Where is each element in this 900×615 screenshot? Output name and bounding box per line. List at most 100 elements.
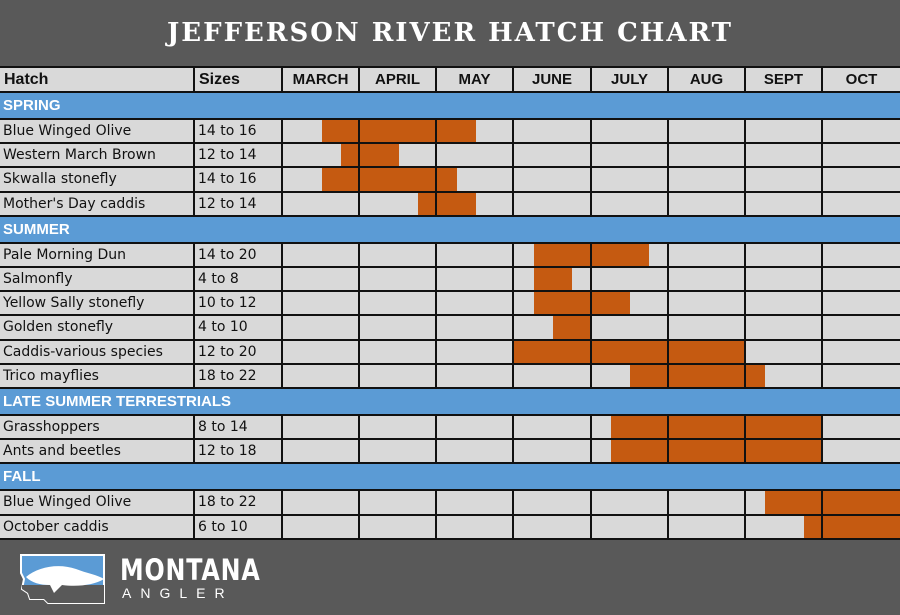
month-divider [667,243,669,268]
month-cell [283,440,360,465]
month-divider [590,416,592,441]
month-divider [590,491,592,516]
month-divider [435,243,437,268]
month-cell [823,316,900,341]
month-cell [669,168,746,193]
month-cell [592,491,669,516]
month-cell [669,268,746,293]
month-divider [358,144,360,169]
month-divider [590,515,592,540]
month-divider [512,120,514,145]
hatch-row: Blue Winged Olive 14 to 16 [0,120,900,145]
month-cell [360,292,437,317]
month-divider [821,144,823,169]
month-divider [435,316,437,341]
month-cell [437,416,514,441]
month-divider [744,340,746,365]
hatch-sizes: 12 to 20 [195,340,283,365]
month-divider [358,416,360,441]
hatch-bar [340,144,399,167]
month-cell [360,416,437,441]
hatch-sizes: 14 to 16 [195,120,283,145]
hatch-bar [610,416,823,439]
month-cell [283,515,360,540]
hatch-bar [417,192,476,215]
hatch-name: Salmonfly [0,268,195,293]
header-row: Hatch Sizes MARCH APRIL MAY JUNE JULY AUG SEPT OC… [0,66,900,93]
month-divider [744,316,746,341]
hatch-sizes: 8 to 14 [195,416,283,441]
section-header: LATE SUMMER TERRESTRIALS [0,389,900,416]
month-cell [746,192,823,217]
month-divider [512,292,514,317]
month-cell [514,440,592,465]
month-cell [746,120,823,145]
month-cell [514,491,592,516]
month-divider [512,515,514,540]
month-cell [514,144,592,169]
hatch-row: Grasshoppers 8 to 14 [0,416,900,441]
month-divider [512,144,514,169]
month-divider [435,192,437,217]
month-cell [823,192,900,217]
month-divider [667,316,669,341]
hatch-name: Golden stonefly [0,316,195,341]
month-divider [821,316,823,341]
month-cell [823,364,900,389]
month-divider [435,120,437,145]
month-divider [744,364,746,389]
hatch-sizes: 18 to 22 [195,491,283,516]
month-cell [514,364,592,389]
month-cell [669,316,746,341]
hatch-name: Trico mayflies [0,364,195,389]
month-cell [283,340,360,365]
month-cell [746,316,823,341]
month-cell [592,120,669,145]
month-cell [823,144,900,169]
month-divider [667,491,669,516]
month-divider [821,168,823,193]
month-divider [667,192,669,217]
month-divider [744,120,746,145]
month-divider [821,364,823,389]
month-divider [590,192,592,217]
month-cell [514,192,592,217]
brand-name: MONTANA [120,553,261,587]
chart-title: JEFFERSON RIVER HATCH CHART [166,18,734,48]
month-divider [435,515,437,540]
month-cell [823,292,900,317]
month-divider [358,491,360,516]
month-cell [746,243,823,268]
hatch-row: Caddis-various species 12 to 20 [0,340,900,365]
brand-subname: ANGLER [122,585,234,601]
hatch-sizes: 4 to 10 [195,316,283,341]
month-divider [590,440,592,465]
month-cell [437,243,514,268]
month-divider [744,491,746,516]
hatch-sizes: 6 to 10 [195,515,283,540]
month-divider [744,168,746,193]
month-cell [669,515,746,540]
month-divider [435,268,437,293]
month-divider [744,243,746,268]
month-cell [514,168,592,193]
month-divider [512,416,514,441]
month-cell [823,168,900,193]
month-divider [821,120,823,145]
hatch-name: Caddis-various species [0,340,195,365]
column-header: MARCH [283,66,360,93]
hatch-sizes: 12 to 18 [195,440,283,465]
hatch-bar [765,491,900,514]
hatch-row: Yellow Sally stonefly 10 to 12 [0,292,900,317]
section-header: SPRING [0,93,900,120]
hatch-name: Blue Winged Olive [0,491,195,516]
month-divider [821,491,823,516]
month-divider [590,316,592,341]
month-divider [358,316,360,341]
hatch-sizes: 12 to 14 [195,144,283,169]
month-cell [514,515,592,540]
column-header: Sizes [195,66,283,93]
month-divider [358,168,360,193]
month-cell [437,268,514,293]
month-cell [437,292,514,317]
